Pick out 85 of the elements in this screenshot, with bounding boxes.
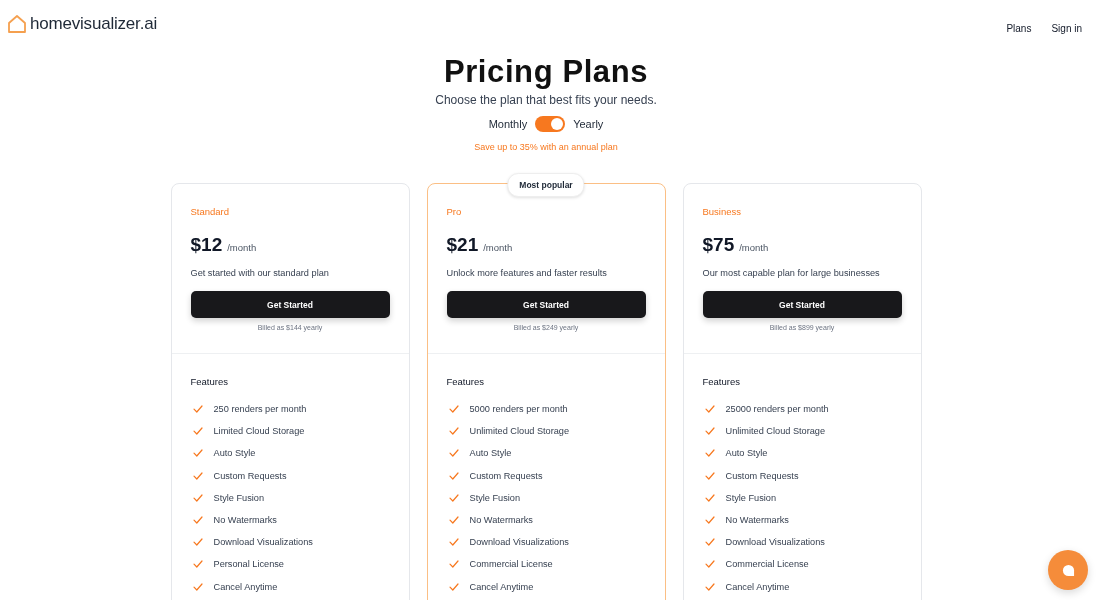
nav-link[interactable]: Plans (1006, 22, 1032, 34)
check-icon (192, 560, 203, 569)
check-icon (704, 538, 715, 547)
feature-text: Custom Requests (725, 470, 799, 481)
check-icon (704, 515, 715, 524)
check-icon (448, 427, 459, 436)
check-icon (704, 582, 715, 591)
feature-text: No Watermarks (469, 514, 533, 525)
plan-price: $75 (702, 233, 735, 257)
check-icon (192, 449, 203, 458)
price-period: /month (739, 242, 769, 253)
plan-description: Unlock more features and faster results (446, 267, 608, 280)
check-icon (192, 471, 203, 480)
check-icon (192, 515, 203, 524)
feature-text: Commercial License (725, 559, 809, 570)
plan-description: Get started with our standard plan (190, 267, 330, 280)
feature-text: Download Visualizations (725, 537, 825, 548)
feature-text: Unlimited Cloud Storage (725, 426, 826, 437)
check-icon (192, 582, 203, 591)
price-period: /month (227, 242, 257, 253)
feature-text: Style Fusion (469, 492, 521, 503)
feature-text: 25000 renders per month (725, 404, 829, 414)
features-heading: Features (446, 375, 485, 389)
feature-text: Unlimited Cloud Storage (469, 426, 570, 437)
popular-badge: Most popular (507, 173, 585, 197)
check-icon (704, 471, 715, 480)
plan-description: Our most capable plan for large businesses (702, 267, 881, 280)
page-title: Pricing Plans (443, 53, 649, 91)
check-icon (448, 560, 459, 569)
page-subtitle: Choose the plan that best fits your needs. (435, 92, 657, 109)
feature-text: No Watermarks (725, 514, 789, 525)
feature-text: Auto Style (725, 448, 768, 459)
feature-text: Style Fusion (213, 492, 265, 503)
check-icon (704, 560, 715, 569)
feature-text: Cancel Anytime (213, 581, 278, 592)
get-started-button[interactable]: Get Started (190, 291, 390, 318)
check-icon (704, 493, 715, 502)
price-period: /month (483, 242, 513, 253)
check-icon (704, 427, 715, 436)
feature-text: Auto Style (469, 448, 512, 459)
feature-text: Cancel Anytime (725, 581, 790, 592)
feature-text: Custom Requests (469, 470, 543, 481)
chat-button[interactable] (1048, 550, 1088, 590)
toggle-label: Monthly (488, 118, 528, 130)
check-icon (448, 471, 459, 480)
feature-text: Style Fusion (725, 492, 777, 503)
feature-text: 250 renders per month (213, 404, 307, 414)
nav-link[interactable]: Sign in (1051, 22, 1082, 34)
feature-text: Auto Style (213, 448, 256, 459)
check-icon (192, 493, 203, 502)
toggle-label: Yearly (573, 118, 604, 130)
check-icon (448, 538, 459, 547)
plan-name: Business (702, 205, 743, 219)
feature-text: Limited Cloud Storage (213, 426, 305, 437)
plan-price: $21 (446, 233, 479, 257)
check-icon (448, 405, 459, 413)
plan-name: Pro (446, 205, 463, 219)
plan-price: $12 (190, 233, 223, 257)
feature-text: Cancel Anytime (469, 581, 534, 592)
check-icon (704, 449, 715, 458)
check-icon (192, 538, 203, 547)
billing-toggle[interactable] (535, 116, 566, 132)
feature-text: 5000 renders per month (469, 404, 568, 414)
features-heading: Features (702, 375, 741, 389)
get-started-button[interactable]: Get Started (702, 291, 902, 318)
house-logo-icon (7, 14, 27, 34)
logo-text[interactable]: homevisualizer.ai (30, 14, 157, 34)
check-icon (192, 427, 203, 436)
feature-text: Personal License (213, 559, 284, 570)
get-started-button[interactable]: Get Started (446, 291, 646, 318)
feature-text: Commercial License (469, 559, 553, 570)
feature-text: Download Visualizations (213, 537, 313, 548)
feature-text: No Watermarks (213, 514, 277, 525)
chat-bubble-icon (1061, 563, 1075, 577)
feature-text: Download Visualizations (469, 537, 569, 548)
check-icon (192, 405, 203, 413)
features-heading: Features (190, 375, 229, 389)
savings-note: Save up to 35% with an annual plan (474, 141, 618, 154)
feature-text: Custom Requests (213, 470, 287, 481)
check-icon (448, 449, 459, 458)
plan-name: Standard (190, 205, 231, 219)
check-icon (448, 582, 459, 591)
check-icon (704, 405, 715, 413)
check-icon (448, 493, 459, 502)
check-icon (448, 515, 459, 524)
